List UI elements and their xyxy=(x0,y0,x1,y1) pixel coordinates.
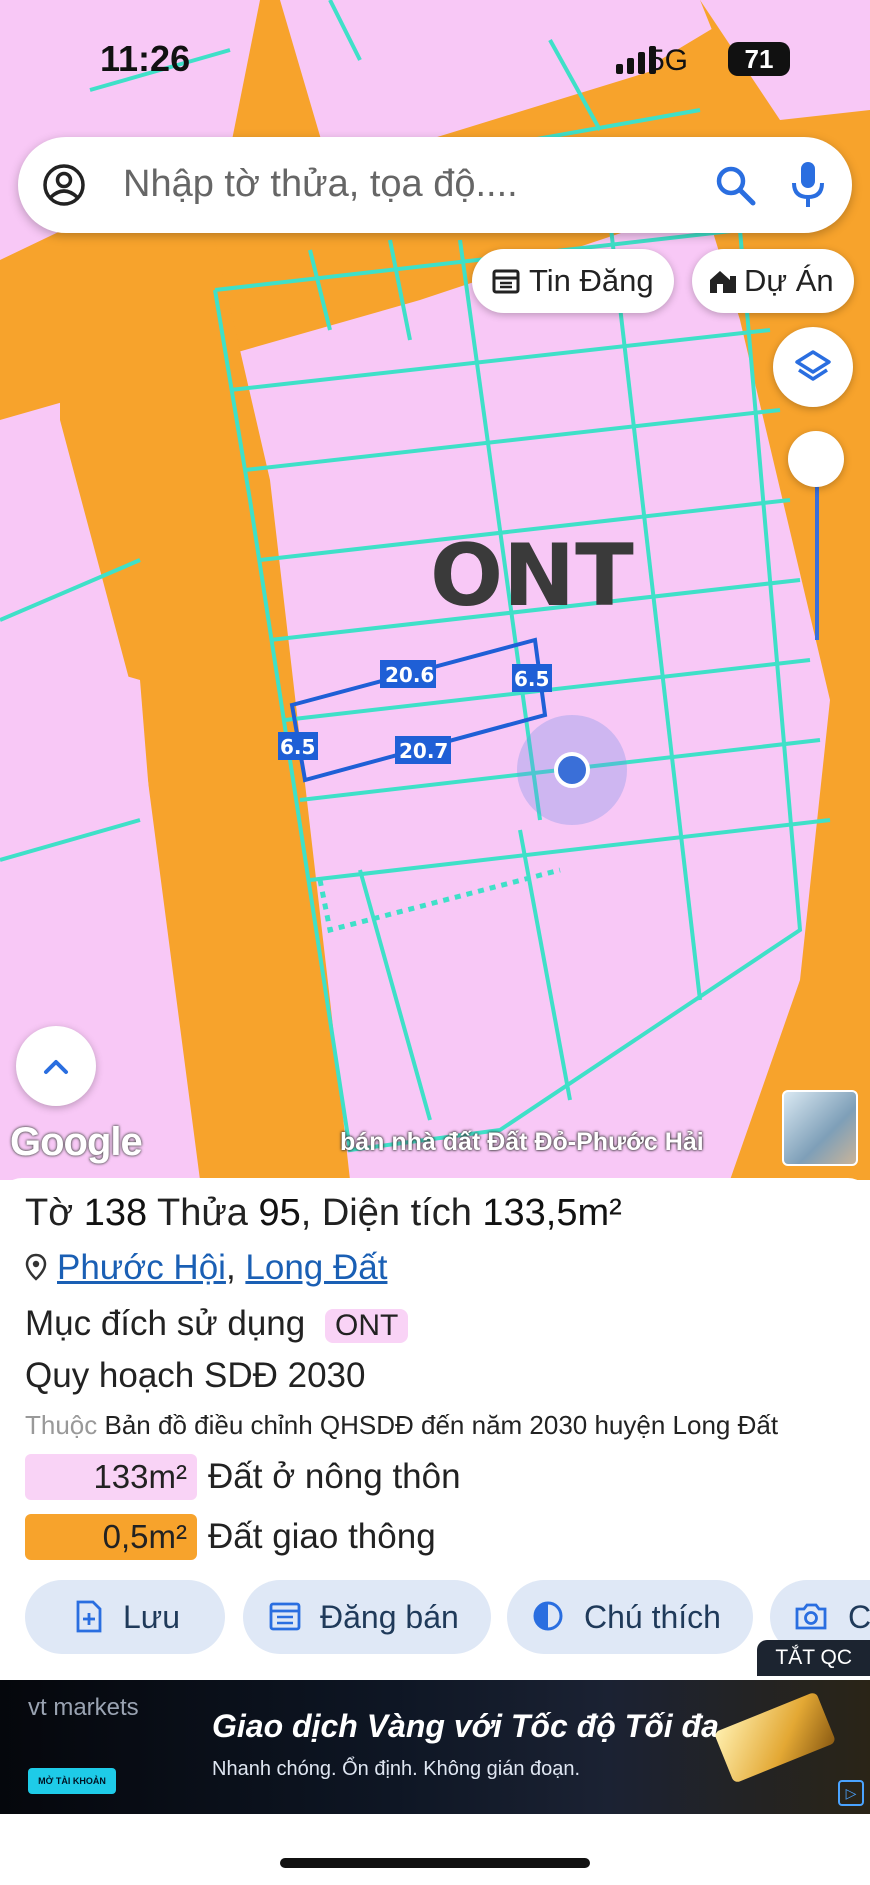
ad-cta-button[interactable]: MỞ TÀI KHOẢN xyxy=(28,1768,116,1794)
project-label: Dự Án xyxy=(744,263,834,298)
calendar-icon xyxy=(492,269,520,294)
parcel-title: Tờ 138 Thửa 95, Diện tích 133,5m² xyxy=(25,1192,622,1235)
location-dot xyxy=(554,752,590,788)
calendar-icon xyxy=(269,1602,301,1631)
save-label: Lưu xyxy=(123,1599,181,1635)
dim-left: 6.5 xyxy=(280,735,315,759)
ad-headline: Giao dịch Vàng với Tốc độ Tối đa xyxy=(212,1708,719,1744)
lot-number: 95 xyxy=(258,1192,301,1234)
location-pin-icon xyxy=(25,1253,47,1281)
plan-title: Quy hoạch SDĐ 2030 xyxy=(25,1356,366,1395)
account-icon[interactable] xyxy=(42,163,86,207)
gold-bar-image xyxy=(713,1691,837,1784)
land-use-value: 0,5m² xyxy=(25,1514,197,1560)
source-text: Bản đồ điều chỉnh QHSDĐ đến năm 2030 huy… xyxy=(104,1410,779,1440)
map-banner-text: bán nhà đất Đất Đỏ-Phước Hải xyxy=(340,1128,704,1156)
search-input[interactable]: Nhập tờ thửa, tọa độ.... xyxy=(123,163,518,206)
zoom-slider-handle[interactable] xyxy=(788,431,844,487)
land-use-label: Đất giao thông xyxy=(208,1517,436,1556)
listing-label: Tin Đăng xyxy=(529,263,654,298)
ward-link[interactable]: Phước Hội xyxy=(57,1248,226,1287)
camera-icon xyxy=(795,1603,827,1630)
zone-label: ONT xyxy=(430,526,634,626)
profile-thumbnail[interactable] xyxy=(782,1090,858,1166)
post-sale-label: Đăng bán xyxy=(320,1599,459,1635)
contrast-icon xyxy=(533,1601,563,1631)
save-button[interactable]: Lưu xyxy=(25,1580,225,1654)
clock: 11:26 xyxy=(100,38,191,79)
ad-brand: vt markets xyxy=(28,1694,139,1721)
google-attribution: Google xyxy=(10,1120,143,1164)
purpose-row: Mục đích sử dụng ONT xyxy=(25,1304,409,1344)
status-bar: 11:26 5G 71 xyxy=(0,38,870,88)
source-prefix: Thuộc xyxy=(25,1410,98,1440)
home-indicator[interactable] xyxy=(280,1858,590,1868)
ad-info-icon[interactable]: ▷ xyxy=(838,1780,864,1806)
dim-right: 6.5 xyxy=(514,667,549,691)
purpose-tag: ONT xyxy=(324,1309,409,1343)
microphone-icon[interactable] xyxy=(788,159,828,211)
close-ad-button[interactable]: TẮT QC xyxy=(757,1640,870,1676)
legend-button[interactable]: Chú thích xyxy=(507,1580,753,1654)
zoom-slider-track[interactable] xyxy=(815,480,819,640)
search-icon[interactable] xyxy=(713,163,757,207)
expand-button[interactable] xyxy=(16,1026,96,1106)
parcel-info-panel: Tờ 138 Thửa 95, Diện tích 133,5m² Phước … xyxy=(0,1178,870,1678)
search-bar[interactable]: Nhập tờ thửa, tọa độ.... xyxy=(18,137,852,233)
listing-button[interactable]: Tin Đăng xyxy=(472,249,674,313)
document-add-icon xyxy=(76,1600,102,1633)
ad-subline: Nhanh chóng. Ổn định. Không gián đoạn. xyxy=(212,1758,581,1780)
sheet-label: Tờ xyxy=(25,1192,74,1234)
dim-top: 20.6 xyxy=(385,663,434,687)
purpose-label: Mục đích sử dụng xyxy=(25,1304,306,1343)
land-use-label: Đất ở nông thôn xyxy=(208,1457,461,1496)
lot-label: Thửa xyxy=(156,1192,248,1234)
parcel-area: 133,5m² xyxy=(482,1192,622,1234)
layers-button[interactable] xyxy=(773,327,853,407)
chevron-up-icon xyxy=(44,1060,68,1074)
building-icon xyxy=(710,271,736,293)
land-use-value: 133m² xyxy=(25,1454,197,1500)
area-label: , Diện tích xyxy=(300,1192,472,1234)
sheet-number: 138 xyxy=(83,1192,148,1234)
location-row: Phước Hội, Long Đất xyxy=(25,1248,387,1288)
layers-icon xyxy=(795,350,831,381)
dim-bottom: 20.7 xyxy=(399,739,448,763)
post-sale-button[interactable]: Đăng bán xyxy=(243,1580,491,1654)
plan-source: Thuộc Bản đồ điều chỉnh QHSDĐ đến năm 20… xyxy=(25,1410,778,1441)
battery-icon: 71 xyxy=(728,42,790,76)
network-type: 5G xyxy=(647,44,688,77)
project-button[interactable]: Dự Án xyxy=(692,249,854,313)
ad-banner[interactable]: vt markets MỞ TÀI KHOẢN Giao dịch Vàng v… xyxy=(0,1680,870,1814)
district-link[interactable]: Long Đất xyxy=(245,1248,387,1287)
legend-label: Chú thích xyxy=(584,1599,721,1635)
